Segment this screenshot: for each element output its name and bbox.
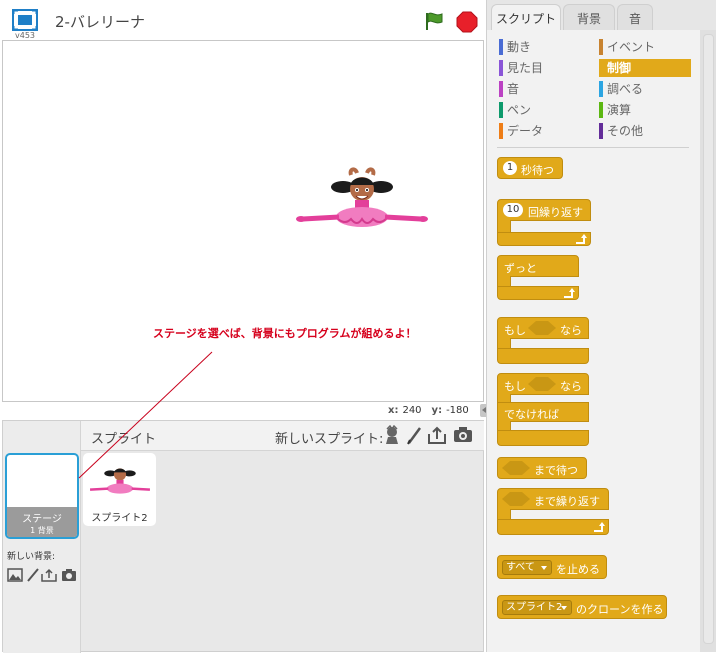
stage-thumb-title: ステージ	[22, 514, 62, 525]
if-block[interactable]: もし なら	[497, 317, 589, 339]
repeat-until-condition-slot[interactable]	[502, 492, 530, 506]
category-data[interactable]: データ	[499, 122, 591, 140]
camera-sprite-icon[interactable]	[453, 425, 473, 445]
create-clone-label: のクローンを作る	[576, 603, 664, 616]
backdrop-library-icon[interactable]	[7, 568, 23, 582]
stop-icon[interactable]	[456, 11, 478, 33]
fullscreen-icon[interactable]	[12, 9, 38, 31]
sprite-toolbar: スプライト 新しいスプライト:	[81, 421, 484, 451]
repeat-until-label: まで繰り返す	[534, 495, 600, 508]
x-value: 240	[402, 405, 422, 416]
new-sprite-label: 新しいスプライト:	[275, 432, 384, 447]
wait-block-label: 秒待つ	[521, 164, 554, 177]
upload-sprite-icon[interactable]	[427, 425, 447, 445]
wait-block[interactable]: 1 秒待つ	[497, 157, 563, 179]
stage-thumbnail-label: ステージ 1 背景	[7, 507, 77, 537]
palette-scrollbar[interactable]	[700, 30, 716, 652]
new-backdrop-label: 新しい背景:	[7, 552, 56, 562]
green-flag-icon[interactable]	[424, 11, 444, 31]
category-motion[interactable]: 動き	[499, 38, 591, 56]
stage-canvas[interactable]: ステージを選べば、背景にもプログラムが組めるよ！	[2, 40, 484, 402]
loop-arrow-icon	[564, 288, 575, 298]
y-label: y:	[431, 405, 443, 416]
stage-thumbnail[interactable]: ステージ 1 背景	[5, 453, 79, 539]
clone-target-dropdown[interactable]: スプライト2	[502, 600, 572, 615]
wait-seconds-input[interactable]: 1	[503, 161, 517, 175]
else-section: でなければ	[497, 402, 589, 422]
sprites-header: スプライト	[91, 432, 157, 447]
palette-scroll-thumb[interactable]	[703, 34, 714, 644]
if-else-then-label: なら	[560, 380, 582, 393]
paint-sprite-icon[interactable]	[405, 425, 425, 445]
repeat-block-label: 回繰り返す	[528, 206, 583, 219]
stop-block[interactable]: すべて を止める	[497, 555, 607, 579]
if-else-block-foot	[497, 430, 589, 446]
x-label: x:	[388, 405, 399, 416]
wait-until-condition-slot[interactable]	[502, 461, 530, 475]
repeat-block-foot	[497, 232, 591, 246]
if-condition-slot[interactable]	[528, 321, 556, 335]
forever-block-foot	[497, 286, 579, 300]
stage-column: ステージ 1 背景 新しい背景:	[3, 421, 81, 653]
category-sound[interactable]: 音	[499, 80, 591, 98]
tab-scripts[interactable]: スクリプト	[491, 4, 561, 30]
category-pen[interactable]: ペン	[499, 101, 591, 119]
camera-backdrop-icon[interactable]	[61, 568, 77, 582]
mouse-coordinates: x: 240 y: -180	[388, 405, 469, 416]
stage-annotation: ステージを選べば、背景にもプログラムが組めるよ！	[153, 327, 417, 340]
loop-arrow-icon	[594, 522, 605, 532]
tab-backdrops[interactable]: 背景	[563, 4, 615, 30]
if-block-foot	[497, 348, 589, 364]
stage-header: v453 2-バレリーナ	[0, 0, 486, 40]
forever-block-label: ずっと	[504, 262, 537, 275]
forever-block[interactable]: ずっと	[497, 255, 579, 277]
category-events[interactable]: イベント	[599, 38, 691, 56]
sprite-thumbnail[interactable]: スプライト2	[83, 453, 156, 526]
tab-sounds[interactable]: 音	[617, 4, 653, 30]
stage-thumb-sub: 1 背景	[30, 526, 54, 535]
version-label: v453	[15, 31, 36, 40]
create-clone-block[interactable]: スプライト2 のクローンを作る	[497, 595, 667, 619]
category-looks[interactable]: 見た目	[499, 59, 591, 77]
sprite-pane: ステージ 1 背景 新しい背景: スプライト 新しいスプライト: スプライト2	[2, 420, 484, 653]
repeat-until-foot	[497, 519, 609, 535]
stop-option-dropdown[interactable]: すべて	[502, 560, 552, 575]
sprite-library-icon[interactable]	[382, 425, 402, 445]
repeat-count-input[interactable]: 10	[503, 203, 523, 217]
wait-until-block[interactable]: まで待つ	[497, 457, 587, 479]
category-sensing[interactable]: 調べる	[599, 80, 691, 98]
if-then-label: なら	[560, 324, 582, 337]
else-label: でなければ	[504, 408, 559, 421]
if-else-condition-slot[interactable]	[528, 377, 556, 391]
category-control[interactable]: 制御	[599, 59, 691, 77]
paint-backdrop-icon[interactable]	[25, 568, 41, 582]
stop-block-label: を止める	[556, 563, 600, 576]
y-value: -180	[446, 405, 469, 416]
if-block-label: もし	[504, 324, 526, 337]
ballerina-sprite[interactable]	[295, 167, 429, 237]
upload-backdrop-icon[interactable]	[41, 568, 57, 582]
if-else-if-label: もし	[504, 380, 526, 393]
repeat-until-block[interactable]: まで繰り返す	[497, 488, 609, 510]
wait-until-label: まで待つ	[534, 464, 578, 477]
sprite-thumbnail-image	[89, 468, 151, 494]
sprite-name: スプライト2	[91, 513, 148, 524]
project-title[interactable]: 2-バレリーナ	[55, 11, 145, 32]
blocks-palette: スクリプト 背景 音 動き イベント 見た目 制御 音 調べる ペン 演算 デー…	[486, 0, 716, 652]
repeat-block[interactable]: 10 回繰り返す	[497, 199, 591, 221]
category-divider	[497, 147, 689, 148]
category-more-blocks[interactable]: その他	[599, 122, 691, 140]
if-else-block[interactable]: もし なら	[497, 373, 589, 395]
category-operators[interactable]: 演算	[599, 101, 691, 119]
loop-arrow-icon	[576, 234, 587, 244]
